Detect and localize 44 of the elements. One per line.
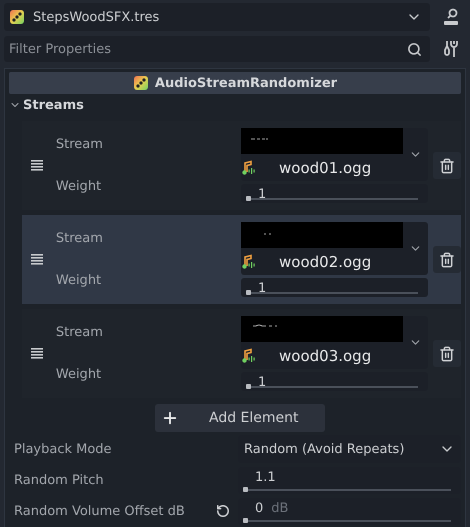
resource-picker[interactable]: StepsWoodSFX.tres bbox=[4, 3, 430, 31]
slider-thumb[interactable] bbox=[243, 486, 248, 492]
trash-icon bbox=[439, 252, 456, 268]
slider-thumb[interactable] bbox=[246, 196, 251, 201]
drag-handle-icon[interactable] bbox=[30, 348, 43, 359]
weight-slider[interactable]: 1 bbox=[241, 184, 428, 203]
property-label: Random Pitch bbox=[14, 472, 104, 488]
randomizer-icon bbox=[9, 9, 25, 25]
weight-label: Weight bbox=[56, 367, 102, 382]
plus-icon bbox=[161, 409, 179, 427]
stream-picker[interactable]: wood02.ogg bbox=[241, 222, 428, 275]
drag-handle-icon[interactable] bbox=[30, 254, 43, 265]
add-element-button[interactable]: Add Element bbox=[155, 404, 325, 432]
delete-button[interactable] bbox=[433, 246, 461, 273]
drag-handle-icon[interactable] bbox=[30, 160, 43, 171]
weight-label: Weight bbox=[56, 179, 102, 194]
filter-field[interactable]: Filter Properties bbox=[4, 36, 430, 62]
stream-picker[interactable]: wood01.ogg bbox=[241, 128, 428, 181]
audio-file-icon bbox=[241, 254, 257, 270]
streams-section[interactable]: Streams bbox=[9, 94, 461, 116]
delete-button[interactable] bbox=[433, 340, 461, 367]
property-label: Random Volume Offset dB bbox=[14, 504, 185, 518]
class-name: AudioStreamRandomizer bbox=[154, 76, 338, 90]
property-label: Playback Mode bbox=[14, 442, 112, 456]
audio-file-icon bbox=[241, 348, 257, 364]
help-search-icon[interactable] bbox=[441, 7, 461, 27]
search-icon bbox=[407, 42, 422, 56]
randomizer-icon bbox=[132, 75, 149, 91]
weight-label: Weight bbox=[56, 273, 102, 288]
trash-icon bbox=[439, 158, 456, 174]
delete-button[interactable] bbox=[433, 152, 461, 179]
stream-picker[interactable]: wood03.ogg bbox=[241, 316, 428, 369]
slider-thumb[interactable] bbox=[243, 518, 248, 522]
revert-button[interactable] bbox=[216, 504, 230, 518]
weight-slider[interactable]: 1 bbox=[241, 278, 428, 297]
slider-thumb[interactable] bbox=[246, 290, 251, 295]
slider-thumb[interactable] bbox=[246, 384, 251, 389]
audio-file-icon bbox=[241, 160, 257, 176]
trash-icon bbox=[439, 346, 456, 362]
weight-slider[interactable]: 1 bbox=[241, 372, 428, 391]
stream-label: Stream bbox=[56, 230, 104, 246]
stream-label: Stream bbox=[56, 324, 104, 340]
tools-icon[interactable] bbox=[444, 40, 458, 58]
stream-label: Stream bbox=[56, 136, 104, 152]
